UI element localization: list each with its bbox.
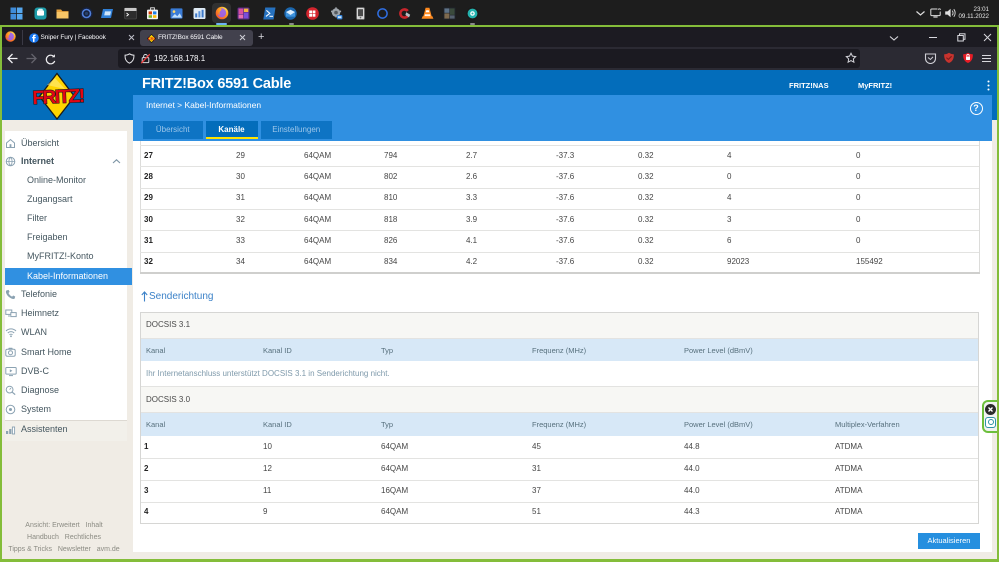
- svg-text:FRITZ!: FRITZ!: [32, 86, 84, 109]
- svg-text:FR!: FR!: [148, 36, 156, 41]
